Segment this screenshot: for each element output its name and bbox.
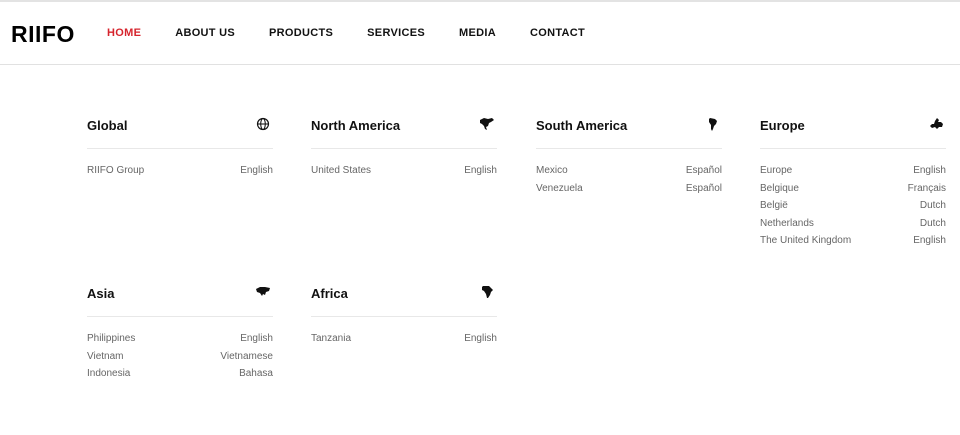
site-country-link[interactable]: Mexico [536, 164, 568, 182]
site-country-link[interactable]: Tanzania [311, 332, 351, 350]
site-language: Dutch [919, 217, 946, 229]
region-header: South America [536, 113, 722, 149]
site-language: English [913, 235, 946, 246]
site-row[interactable]: Belgique Français [760, 182, 946, 200]
region-title: Europe [760, 118, 805, 133]
site-language: Español [685, 182, 722, 194]
site-language: Français [907, 182, 946, 194]
site-country-link[interactable]: België [760, 199, 788, 217]
nav-products[interactable]: PRODUCTS [269, 26, 333, 42]
site-language: Bahasa [239, 368, 273, 379]
site-language: English [240, 333, 273, 344]
site-country-link[interactable]: The United Kingdom [760, 234, 851, 252]
site-language: English [464, 165, 497, 176]
region-title: South America [536, 118, 628, 133]
region-header: Africa [311, 281, 497, 317]
region-africa: Africa Tanzania English [311, 281, 497, 350]
region-europe: Europe Europe English Belgique Français … [760, 113, 946, 252]
north-america-map-icon [479, 117, 495, 131]
region-header: Asia [87, 281, 273, 317]
region-header: Europe [760, 113, 946, 149]
site-row[interactable]: Vietnam Vietnamese [87, 350, 273, 368]
region-title: North America [311, 118, 401, 133]
site-row[interactable]: Tanzania English [311, 332, 497, 350]
region-asia: Asia Philippines English Vietnam Vietnam… [87, 281, 273, 385]
site-header: RIIFO HOME ABOUT US PRODUCTS SERVICES ME… [0, 2, 960, 65]
site-row[interactable]: Mexico Español [536, 164, 722, 182]
site-language: English [464, 333, 497, 344]
region-title: Global [87, 118, 128, 133]
site-country-link[interactable]: United States [311, 164, 371, 182]
region-north-america: North America United States English [311, 113, 497, 182]
globe-icon [255, 117, 271, 131]
site-row[interactable]: Philippines English [87, 332, 273, 350]
nav-media[interactable]: MEDIA [459, 26, 496, 42]
site-country-link[interactable]: RIIFO Group [87, 164, 144, 182]
europe-map-icon [928, 117, 944, 131]
main-nav: HOME ABOUT US PRODUCTS SERVICES MEDIA CO… [107, 26, 619, 42]
region-title: Asia [87, 286, 115, 301]
site-country-link[interactable]: Indonesia [87, 367, 130, 385]
site-country-link[interactable]: Venezuela [536, 182, 583, 200]
africa-map-icon [479, 285, 495, 299]
site-row[interactable]: United States English [311, 164, 497, 182]
site-row[interactable]: Indonesia Bahasa [87, 367, 273, 385]
site-country-link[interactable]: Europe [760, 164, 792, 182]
region-title: Africa [311, 286, 348, 301]
nav-services[interactable]: SERVICES [367, 26, 425, 42]
site-language: Español [685, 165, 722, 176]
site-row[interactable]: België Dutch [760, 199, 946, 217]
region-header: North America [311, 113, 497, 149]
riifo-logo[interactable]: RIIFO [11, 21, 75, 47]
site-language: Vietnamese [220, 350, 273, 362]
site-row[interactable]: The United Kingdom English [760, 234, 946, 252]
site-country-link[interactable]: Vietnam [87, 350, 124, 368]
south-america-map-icon [704, 117, 720, 131]
site-row[interactable]: RIIFO Group English [87, 164, 273, 182]
nav-home[interactable]: HOME [107, 26, 141, 42]
region-header: Global [87, 113, 273, 149]
asia-map-icon [255, 285, 271, 299]
site-country-link[interactable]: Philippines [87, 332, 135, 350]
site-row[interactable]: Europe English [760, 164, 946, 182]
site-country-link[interactable]: Netherlands [760, 217, 814, 235]
region-south-america: South America Mexico Español Venezuela E… [536, 113, 722, 199]
site-country-link[interactable]: Belgique [760, 182, 799, 200]
site-language: English [240, 165, 273, 176]
nav-about-us[interactable]: ABOUT US [175, 26, 235, 42]
region-global: Global RIIFO Group English [87, 113, 273, 182]
nav-contact[interactable]: CONTACT [530, 26, 585, 42]
site-row[interactable]: Netherlands Dutch [760, 217, 946, 235]
site-language: Dutch [919, 200, 946, 211]
site-row[interactable]: Venezuela Español [536, 182, 722, 200]
site-language: English [913, 165, 946, 176]
